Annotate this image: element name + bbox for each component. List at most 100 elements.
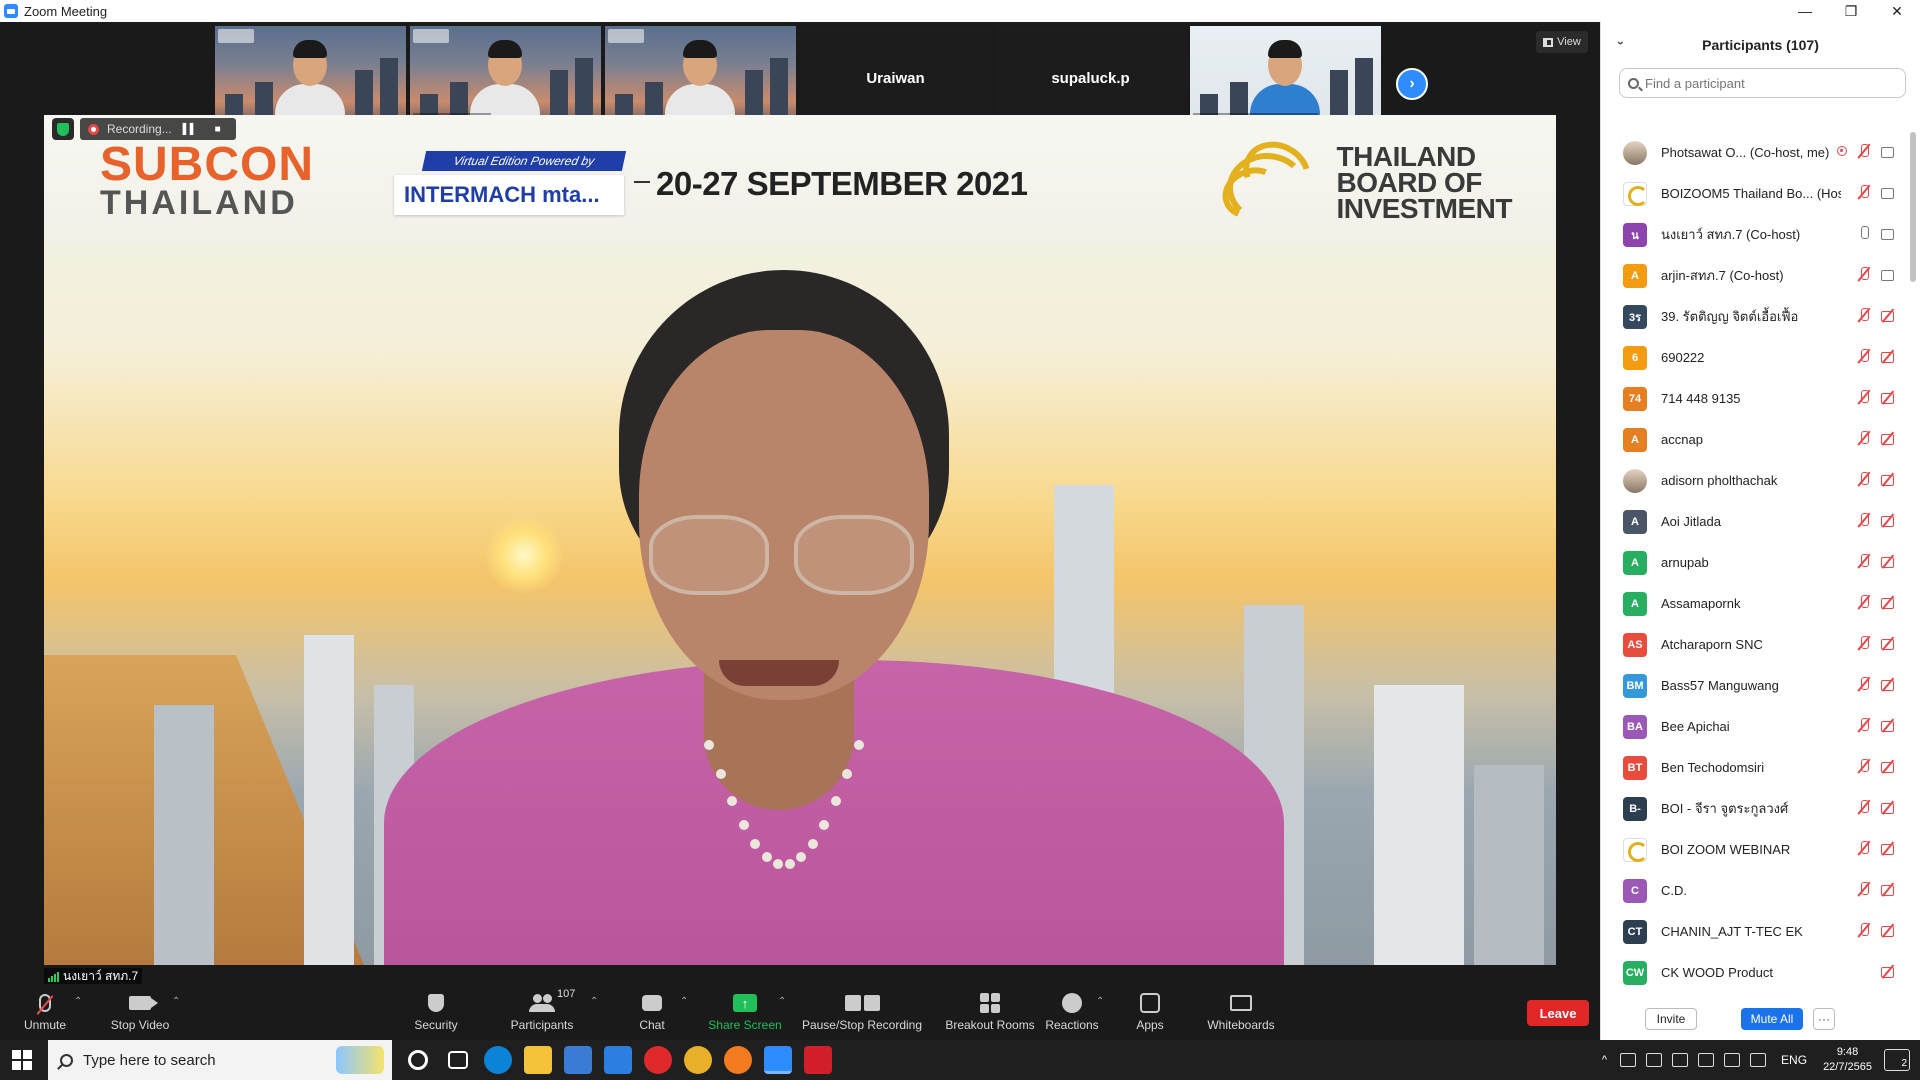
unmute-button[interactable]: Unmute (14, 984, 76, 1040)
whiteboards-button[interactable]: Whiteboards (1202, 984, 1280, 1040)
muted-mic-icon[interactable] (1857, 185, 1871, 199)
muted-mic-icon[interactable] (1857, 923, 1871, 937)
mute-all-button[interactable]: Mute All (1741, 1008, 1803, 1030)
participant-row[interactable]: BOI ZOOM WEBINAR (1601, 829, 1901, 870)
notifications-button[interactable]: 2 (1884, 1049, 1910, 1071)
participant-list-scrollbar[interactable] (1910, 132, 1916, 282)
video-off-icon (1881, 554, 1895, 568)
edge-icon[interactable] (484, 1046, 512, 1074)
stop-recording-button[interactable]: ■ (208, 120, 228, 138)
tray-app-icon[interactable] (1620, 1053, 1637, 1067)
participant-row[interactable]: Aarnupab (1601, 542, 1901, 583)
close-button[interactable]: ✕ (1874, 0, 1920, 22)
wifi-icon[interactable] (1724, 1053, 1741, 1067)
minimize-button[interactable]: — (1782, 0, 1828, 22)
video-options-caret[interactable]: ⌃ (172, 996, 180, 1007)
participant-row[interactable]: Photsawat O... (Co-host, me) (1601, 132, 1901, 173)
cortana-icon[interactable] (408, 1050, 428, 1070)
participant-row[interactable]: C C.D. (1601, 870, 1901, 911)
muted-mic-icon[interactable] (1857, 513, 1871, 527)
chrome-icon[interactable] (684, 1046, 712, 1074)
muted-mic-icon[interactable] (1857, 759, 1871, 773)
muted-mic-icon[interactable] (1857, 349, 1871, 363)
file-explorer-icon[interactable] (524, 1046, 552, 1074)
chat-button[interactable]: Chat (626, 984, 678, 1040)
volume-icon[interactable] (1750, 1053, 1767, 1067)
input-language[interactable]: ENG (1781, 1053, 1807, 1067)
taskbar-search[interactable]: Type here to search (48, 1040, 392, 1080)
participant-search-input[interactable] (1645, 75, 1885, 91)
mail-icon[interactable] (604, 1046, 632, 1074)
apps-button[interactable]: Apps (1130, 984, 1170, 1040)
participant-row[interactable]: Aarjin-สทภ.7 (Co-host) (1601, 255, 1901, 296)
store-icon[interactable] (564, 1046, 592, 1074)
participant-row[interactable]: A Assamapornk (1601, 583, 1901, 624)
muted-mic-icon[interactable] (1857, 390, 1871, 404)
participant-row[interactable]: BM Bass57 Manguwang (1601, 665, 1901, 706)
muted-mic-icon[interactable] (1857, 431, 1871, 445)
participant-row[interactable]: 3ร 39. รัตติญญ จิตต์เอื้อเฟื้อ (1601, 296, 1901, 337)
zoom-icon[interactable] (764, 1046, 792, 1074)
windows-start-button[interactable] (12, 1050, 32, 1070)
participants-options-caret[interactable]: ⌃ (590, 996, 598, 1007)
participant-row[interactable]: AS Atcharaporn SNC (1601, 624, 1901, 665)
participant-row[interactable]: 74 714 448 9135 (1601, 378, 1901, 419)
leave-button[interactable]: Leave (1527, 1000, 1589, 1026)
reactions-button[interactable]: Reactions (1040, 984, 1104, 1040)
muted-mic-icon[interactable] (1857, 308, 1871, 322)
participant-row[interactable]: BT Ben Techodomsiri (1601, 747, 1901, 788)
participant-row[interactable]: Aaccnap (1601, 419, 1901, 460)
participants-button[interactable]: 107 Participants (500, 984, 584, 1040)
breakout-rooms-button[interactable]: Breakout Rooms (934, 984, 1046, 1040)
audio-options-caret[interactable]: ⌃ (74, 996, 82, 1007)
participant-row[interactable]: BOIZOOM5 Thailand Bo... (Host) (1601, 173, 1901, 214)
muted-mic-icon[interactable] (1857, 472, 1871, 486)
participant-search[interactable] (1619, 68, 1906, 98)
muted-mic-icon[interactable] (1857, 800, 1871, 814)
security-button[interactable]: Security (406, 984, 466, 1040)
weather-widget-icon[interactable] (336, 1046, 384, 1074)
acrobat-icon[interactable] (804, 1046, 832, 1074)
more-options-button[interactable]: ··· (1813, 1008, 1835, 1030)
taskbar-clock[interactable]: 9:48 22/7/2565 (1823, 1045, 1872, 1075)
muted-mic-icon[interactable] (1857, 636, 1871, 650)
muted-mic-icon[interactable] (1857, 841, 1871, 855)
share-options-caret[interactable]: ⌃ (778, 996, 786, 1007)
participant-row[interactable]: CT CHANIN_AJT T-TEC EK (1601, 911, 1901, 952)
participant-row[interactable]: BA Bee Apichai (1601, 706, 1901, 747)
chat-options-caret[interactable]: ⌃ (680, 996, 688, 1007)
network-icon[interactable] (1698, 1053, 1715, 1067)
participant-row[interactable]: B- BOI - จีรา จูตระกูลวงศ์ (1601, 788, 1901, 829)
boi-logo: THAILAND BOARD OF INVESTMENT (1214, 129, 1513, 233)
microphone-icon[interactable] (1672, 1053, 1689, 1067)
share-screen-button[interactable]: ↑ Share Screen (706, 984, 784, 1040)
participant-row[interactable]: A Aoi Jitlada (1601, 501, 1901, 542)
opera-icon[interactable] (644, 1046, 672, 1074)
muted-mic-icon[interactable] (1857, 267, 1871, 281)
participant-row[interactable]: CW CK WOOD Product (1601, 952, 1901, 993)
collapse-panel-icon[interactable]: › (1614, 41, 1628, 45)
muted-mic-icon[interactable] (1857, 677, 1871, 691)
recording-icon (1837, 146, 1847, 156)
muted-mic-icon[interactable] (1857, 882, 1871, 896)
muted-mic-icon[interactable] (1857, 718, 1871, 732)
firefox-icon[interactable] (724, 1046, 752, 1074)
cloud-icon[interactable] (1646, 1053, 1663, 1067)
stop-video-button[interactable]: Stop Video (100, 984, 180, 1040)
muted-mic-icon[interactable] (1857, 144, 1871, 158)
view-button[interactable]: View (1536, 31, 1588, 53)
mic-icon[interactable] (1857, 226, 1871, 240)
maximize-button[interactable]: ❐ (1828, 0, 1874, 22)
pause-stop-recording-button[interactable]: Pause/Stop Recording (800, 984, 924, 1040)
task-view-icon[interactable] (448, 1051, 468, 1069)
participant-row[interactable]: น นงเยาว์ สทภ.7 (Co-host) (1601, 214, 1901, 255)
participant-row[interactable]: 6 690222 (1601, 337, 1901, 378)
reactions-options-caret[interactable]: ⌃ (1096, 996, 1104, 1007)
muted-mic-icon[interactable] (1857, 554, 1871, 568)
tray-overflow-button[interactable]: ^ (1602, 1054, 1607, 1066)
strip-next-button[interactable]: › (1396, 68, 1428, 100)
participant-row[interactable]: adisorn pholthachak (1601, 460, 1901, 501)
pause-recording-button[interactable]: ▌▌ (180, 120, 200, 138)
muted-mic-icon[interactable] (1857, 595, 1871, 609)
invite-button[interactable]: Invite (1645, 1008, 1697, 1030)
